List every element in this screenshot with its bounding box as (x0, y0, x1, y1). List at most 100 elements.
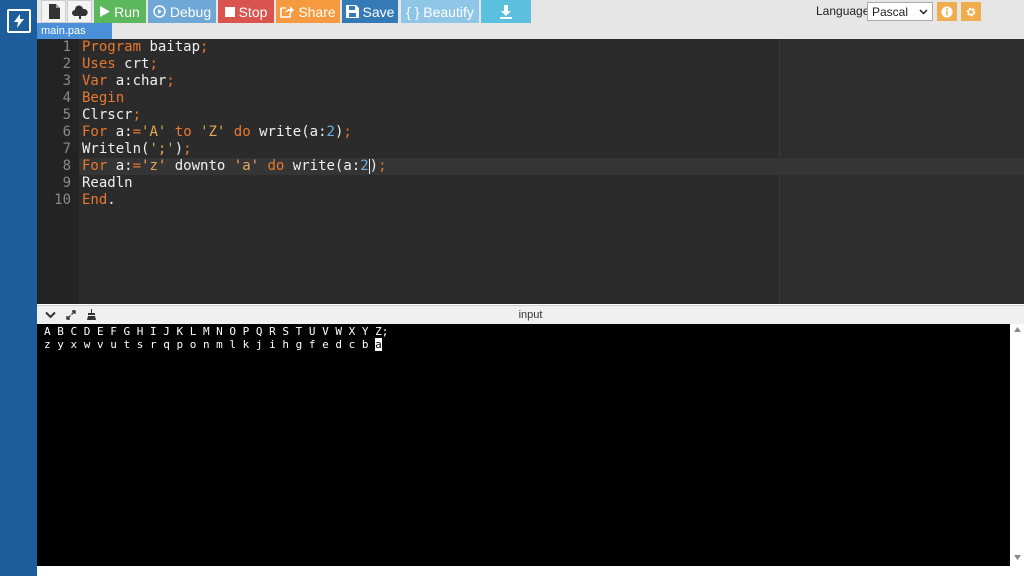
code-line: For a:='z' downto 'a' do write(a:2); (37, 158, 1024, 175)
output-terminal[interactable]: A B C D E F G H I J K L M N O P Q R S T … (37, 324, 1010, 566)
beautify-label: { } Beautify (406, 3, 474, 20)
code-line-text: Readln (82, 175, 133, 192)
stop-icon (224, 6, 235, 17)
cloud-upload-icon (71, 4, 88, 19)
debug-label: Debug (169, 3, 212, 20)
code-line-text: For a:='z' downto 'a' do write(a:2); (82, 158, 387, 175)
output-header: input (37, 305, 1024, 324)
code-editor[interactable]: 1 2 3 4 5 6 7 8 9 10 Program baitap; Uses… (37, 39, 1024, 304)
code-line: Uses crt; (37, 56, 1024, 73)
download-icon (500, 4, 512, 19)
code-token: ; (343, 124, 352, 140)
bottom-strip (37, 566, 1024, 576)
code-token: For (82, 158, 108, 174)
code-token: write(a: (250, 124, 327, 140)
code-line-text: Clrscr; (82, 107, 141, 124)
code-token: 'a' (233, 158, 260, 174)
code-line: Readln (37, 175, 1024, 192)
code-token: Clrscr (82, 107, 133, 123)
lightning-logo-icon[interactable] (7, 9, 31, 33)
code-token: ; (132, 107, 142, 123)
left-rail (0, 0, 37, 576)
download-button[interactable] (481, 0, 531, 23)
code-token: 'Z' (200, 124, 226, 140)
toolbar: Run Debug Stop Share Save { } Beautify L… (37, 0, 1024, 23)
code-token: Uses (82, 56, 116, 72)
code-line-text: End. (82, 192, 116, 209)
floppy-disk-icon (345, 5, 359, 18)
share-icon (280, 6, 295, 18)
scroll-up-arrow-icon[interactable] (1014, 327, 1021, 332)
code-token: to (174, 124, 192, 140)
code-token: ) (369, 158, 379, 174)
code-token: a:char (107, 73, 167, 89)
share-button[interactable]: Share (276, 0, 340, 23)
code-token: 2 (360, 158, 369, 174)
beautify-button[interactable]: { } Beautify (401, 0, 479, 23)
online-ide: Run Debug Stop Share Save { } Beautify L… (0, 0, 1024, 576)
code-token: ; (200, 39, 209, 55)
code-token: crt (115, 56, 150, 72)
terminal-cursor: a (375, 338, 382, 351)
code-token: ; (149, 56, 158, 72)
code-token: downto (166, 158, 234, 174)
code-token: write(a: (284, 158, 361, 174)
output-scrollbar[interactable] (1010, 324, 1024, 566)
save-label: Save (362, 3, 395, 20)
code-token: ; (378, 158, 387, 174)
code-token: baitap (141, 39, 201, 55)
play-icon (100, 6, 111, 17)
code-token: do (267, 158, 285, 174)
code-token: Readln (82, 175, 133, 191)
code-token: 'z' (141, 158, 167, 174)
language-select[interactable]: Pascal (867, 2, 933, 21)
code-token: End (82, 192, 108, 208)
settings-button[interactable] (961, 2, 981, 21)
code-token: 2 (326, 124, 335, 140)
code-line: Begin (37, 90, 1024, 107)
info-button[interactable] (937, 2, 957, 21)
code-token: Begin (82, 90, 125, 106)
language-value: Pascal (872, 4, 909, 19)
file-tab-bar: main.pas (37, 23, 1024, 39)
code-line: Writeln(';'); (37, 141, 1024, 158)
code-token: ) (174, 141, 184, 157)
code-token: Program (82, 39, 142, 55)
stop-label: Stop (238, 3, 268, 20)
scroll-down-arrow-icon[interactable] (1014, 555, 1021, 560)
file-tab-main[interactable]: main.pas (37, 23, 112, 39)
chevron-down-icon (919, 9, 928, 15)
code-token: = (132, 158, 142, 174)
code-token: 'A' (141, 124, 167, 140)
debug-play-icon (153, 5, 166, 18)
code-line-text: Begin (82, 90, 124, 107)
output-line: A B C D E F G H I J K L M N O P Q R S T … (44, 325, 389, 338)
output-line-text: z y x w v u t s r q p o n m l k j i h g … (44, 338, 376, 351)
code-token: ; (166, 73, 175, 89)
save-button[interactable]: Save (342, 0, 398, 23)
output-title: input (518, 309, 543, 321)
code-line-text: Writeln(';'); (82, 141, 192, 158)
run-button[interactable]: Run (94, 0, 146, 23)
code-line: End. (37, 192, 1024, 209)
code-line-text: For a:='A' to 'Z' do write(a:2); (82, 124, 352, 141)
upload-button[interactable] (67, 0, 92, 23)
new-file-button[interactable] (41, 0, 66, 23)
code-token: For (82, 124, 108, 140)
gear-icon (966, 7, 976, 16)
run-label: Run (114, 3, 140, 20)
code-token: . (107, 192, 116, 208)
stop-button[interactable]: Stop (218, 0, 274, 23)
code-token: a: (107, 158, 133, 174)
code-line: Program baitap; (37, 39, 1024, 56)
code-token: = (132, 124, 142, 140)
debug-button[interactable]: Debug (148, 0, 216, 23)
code-token: a: (107, 124, 133, 140)
code-token: Var (82, 73, 108, 89)
code-line: Var a:char; (37, 73, 1024, 90)
code-token: ; (183, 141, 192, 157)
